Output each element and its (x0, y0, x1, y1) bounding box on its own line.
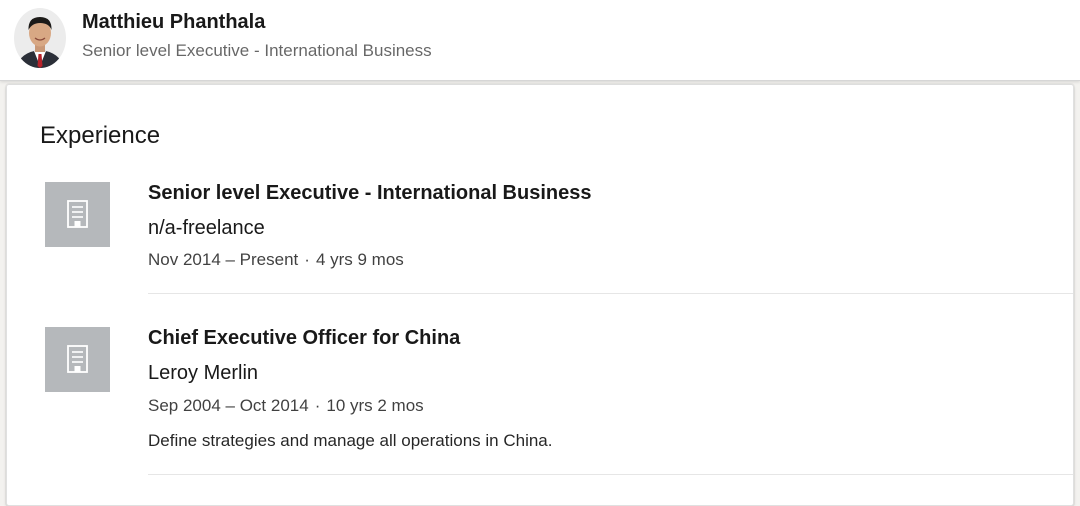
duration: 10 yrs 2 mos (326, 396, 424, 415)
company-logo[interactable] (45, 327, 110, 392)
employment-dates: Nov 2014 – Present · 4 yrs 9 mos (148, 249, 404, 271)
date-range: Sep 2004 – Oct 2014 (148, 396, 309, 415)
duration: 4 yrs 9 mos (315, 250, 404, 269)
profile-headline: Senior level Executive - International B… (82, 41, 432, 60)
date-separator: · (304, 250, 310, 269)
profile-avatar[interactable] (14, 8, 66, 68)
job-title[interactable]: Chief Executive Officer for China (148, 325, 460, 351)
avatar-photo-icon (14, 8, 66, 68)
company-logo[interactable] (45, 182, 110, 247)
company-name: Leroy Merlin (148, 362, 259, 384)
building-icon (67, 200, 88, 228)
profile-sticky-header: Matthieu Phanthala Senior level Executiv… (0, 0, 1080, 81)
entry-divider (148, 474, 1073, 475)
company-name: n/a-freelance (148, 217, 265, 239)
date-separator: · (314, 396, 321, 415)
date-range: Nov 2014 – Present (148, 250, 299, 269)
job-description: Define strategies and manage all operati… (148, 431, 553, 450)
profile-name[interactable]: Matthieu Phanthala (82, 9, 265, 35)
entry-divider (148, 293, 1073, 294)
employment-dates: Sep 2004 – Oct 2014 · 10 yrs 2 mos (148, 395, 424, 417)
building-icon (67, 345, 88, 373)
section-title: Experience (40, 122, 161, 149)
job-title[interactable]: Senior level Executive - International B… (148, 180, 592, 206)
experience-section: Experience Senior level Executive - Inte… (6, 84, 1074, 506)
